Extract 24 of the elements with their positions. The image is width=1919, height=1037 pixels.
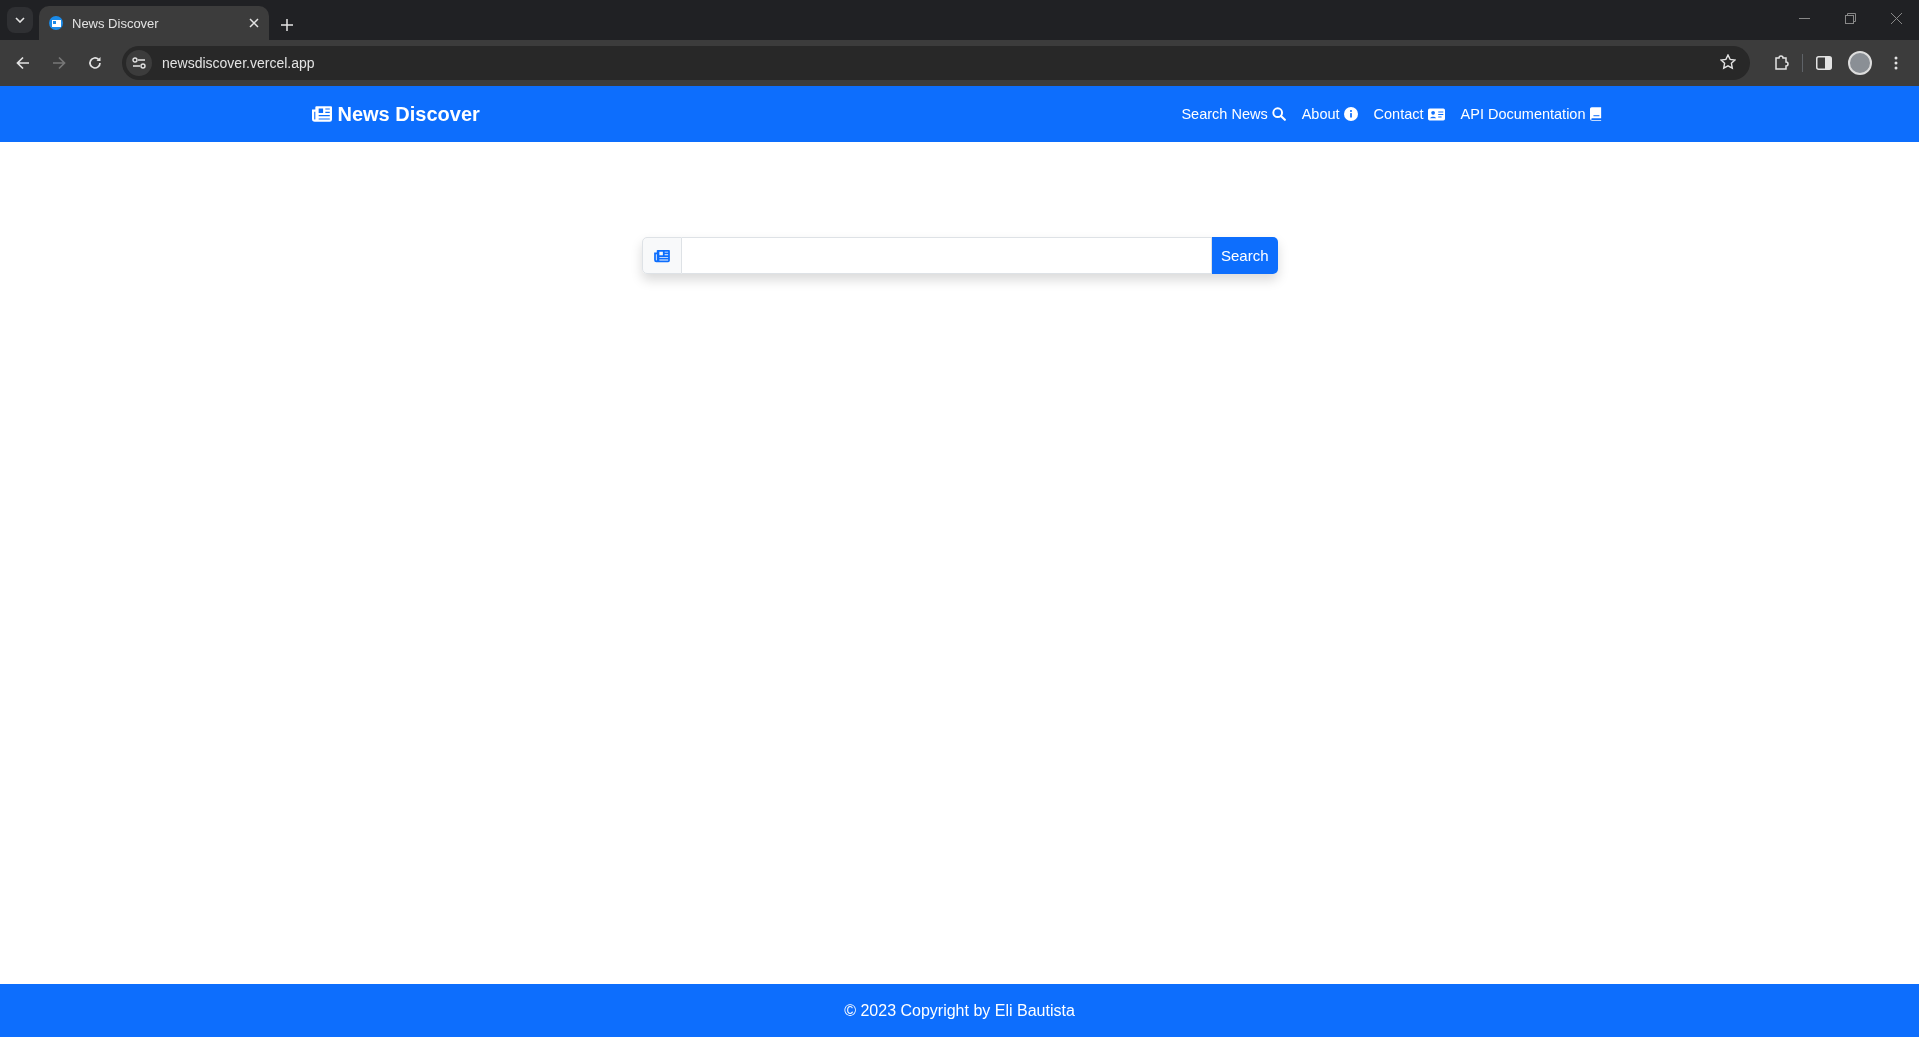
- book-icon: [1589, 107, 1602, 121]
- search-icon: [1271, 107, 1286, 121]
- brand-link[interactable]: News Discover: [311, 102, 480, 126]
- browser-tab[interactable]: News Discover: [39, 6, 269, 40]
- copyright-text: © 2023 Copyright by Eli Bautista: [844, 1001, 1075, 1020]
- info-icon: [1343, 107, 1358, 121]
- newspaper-icon: [49, 16, 63, 30]
- search-input[interactable]: [681, 237, 1212, 274]
- nav-link[interactable]: Search News: [1181, 106, 1286, 122]
- tab-list-button[interactable]: [7, 7, 33, 33]
- new-tab-icon[interactable]: [281, 19, 293, 31]
- nav-link[interactable]: Contact: [1373, 106, 1445, 122]
- contact-card-icon: [1427, 107, 1445, 121]
- newspaper-icon: [311, 105, 332, 123]
- caret-icon: [15, 17, 25, 23]
- nav-link[interactable]: API Documentation: [1460, 106, 1602, 122]
- newspaper-icon: [641, 237, 682, 274]
- close-tab-icon[interactable]: [249, 18, 259, 28]
- address-bar[interactable]: newsdiscover.vercel.app: [122, 46, 1750, 80]
- tab-title: News Discover: [72, 15, 160, 31]
- url-text: newsdiscover.vercel.app: [162, 55, 316, 71]
- site-settings-icon[interactable]: [126, 50, 152, 76]
- search-button[interactable]: Search: [1211, 237, 1278, 274]
- nav-link[interactable]: About: [1301, 106, 1358, 122]
